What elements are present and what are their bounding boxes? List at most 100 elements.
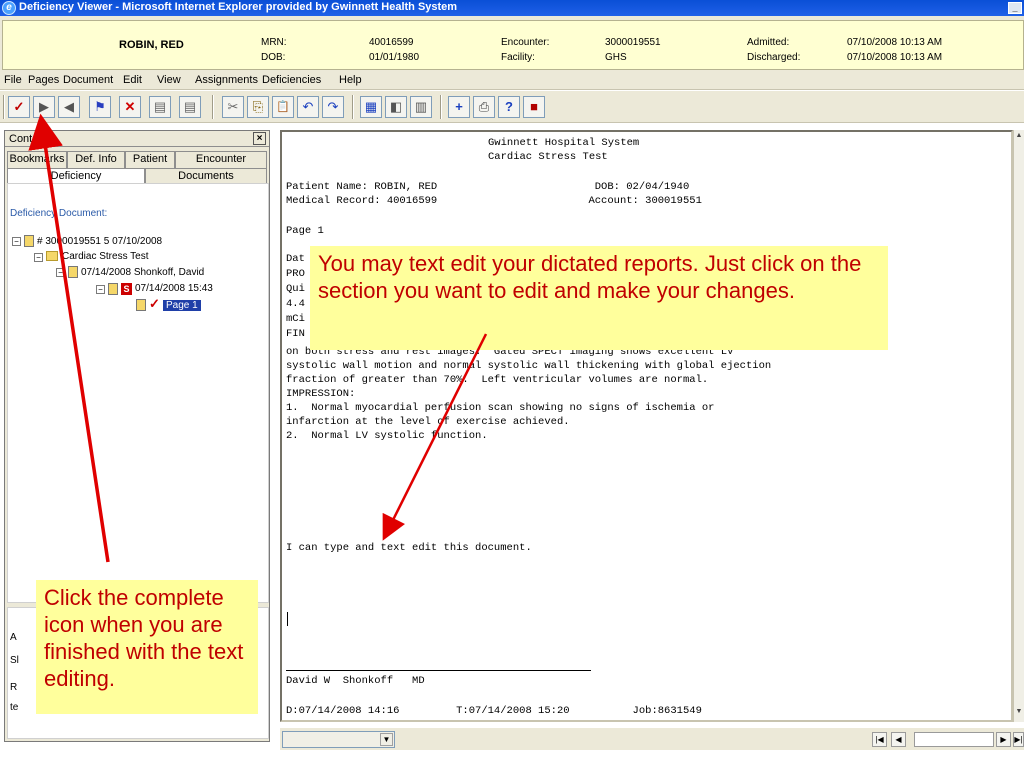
patient-line[interactable]: Patient Name: ROBIN, RED DOB: 02/04/1940 — [286, 181, 689, 194]
tree-page-1[interactable]: Page 1 — [163, 300, 201, 311]
page-line[interactable]: Page 1 — [286, 225, 324, 238]
complete-icon[interactable]: ✓ — [8, 96, 30, 118]
document-icon — [68, 266, 78, 278]
body-partial-line[interactable]: Qui — [286, 283, 305, 296]
body-partial-line[interactable]: PRO — [286, 268, 305, 281]
tree-collapse-toggle[interactable]: − — [34, 253, 43, 262]
typed-line[interactable]: I can type and text edit this document. — [286, 542, 532, 555]
tree-timestamp[interactable]: 07/14/2008 15:43 — [135, 283, 213, 294]
record-line[interactable]: Medical Record: 40016599 Account: 300019… — [286, 195, 702, 208]
detail-label: R — [10, 682, 18, 693]
view-panel-icon[interactable]: ▦ — [360, 96, 382, 118]
internet-explorer-icon: e — [2, 1, 16, 15]
help-icon[interactable]: ? — [498, 96, 520, 118]
add-icon[interactable]: + — [448, 96, 470, 118]
body-partial-line[interactable]: FIN — [286, 328, 305, 341]
toolbar-separator — [440, 95, 442, 119]
last-page-button[interactable]: ▶| — [1013, 732, 1024, 747]
document-header-line2[interactable]: Cardiac Stress Test — [488, 151, 608, 164]
signature-status-badge: S — [121, 283, 132, 295]
discharged-label: Discharged: — [747, 52, 801, 63]
impression-heading[interactable]: IMPRESSION: — [286, 388, 355, 401]
tree-encounter[interactable]: # 3000019551 5 07/10/2008 — [37, 236, 162, 247]
page-icon — [136, 299, 146, 311]
body-line[interactable]: 2. Normal LV systolic function. — [286, 430, 488, 443]
tree-collapse-toggle[interactable]: − — [96, 285, 105, 294]
admitted-label: Admitted: — [747, 37, 790, 48]
previous-page-button[interactable]: ◀ — [891, 732, 906, 747]
body-partial-line[interactable]: mCi — [286, 313, 305, 326]
dob-value: 01/01/1980 — [369, 52, 420, 63]
first-page-button[interactable]: |◀ — [872, 732, 887, 747]
page-icon[interactable]: ▤ — [179, 96, 201, 118]
document-footer[interactable]: D:07/14/2008 14:16 T:07/14/2008 15:20 Jo… — [286, 705, 702, 718]
tab-bookmarks[interactable]: Bookmarks — [7, 151, 67, 168]
exit-icon[interactable]: ■ — [523, 96, 545, 118]
paste-icon[interactable]: 📋 — [272, 96, 294, 118]
horizontal-scrollbar[interactable] — [914, 732, 994, 747]
chevron-down-icon[interactable]: ▼ — [380, 733, 393, 746]
close-icon[interactable]: × — [253, 132, 266, 145]
body-partial-line[interactable]: Dat — [286, 253, 305, 266]
menu-assignments[interactable]: Assignments — [195, 74, 258, 86]
content-panel-title: Content — [9, 133, 48, 145]
scroll-up-icon[interactable]: ▲ — [1014, 132, 1024, 142]
encounter-label: Encounter: — [501, 37, 550, 48]
view-split-icon[interactable]: ◧ — [385, 96, 407, 118]
document-editor[interactable]: Gwinnett Hospital System Cardiac Stress … — [280, 130, 1013, 722]
copy-icon[interactable]: ⎘ — [247, 96, 269, 118]
vertical-scrollbar[interactable]: ▲ ▼ — [1013, 130, 1024, 722]
detail-label: Sl — [10, 655, 19, 666]
tree-collapse-toggle[interactable]: − — [12, 237, 21, 246]
mrn-label: MRN: — [261, 37, 287, 48]
minimize-button[interactable]: _ — [1008, 2, 1022, 14]
redo-icon[interactable]: ↷ — [322, 96, 344, 118]
flag-icon[interactable]: ⚑ — [89, 96, 111, 118]
toolbar: ✓ ▶ ◀ ⚑ ✕ ▤ ▤ ✂ ⎘ 📋 ↶ ↷ ▦ ◧ ▥ + ⎙ ? ■ — [0, 91, 1024, 123]
folder-icon — [46, 251, 58, 261]
dob-label: DOB: — [261, 52, 286, 63]
document-header-line1[interactable]: Gwinnett Hospital System — [488, 137, 639, 150]
menu-pages[interactable]: Pages — [28, 74, 59, 86]
page-selector[interactable]: ▼ — [282, 731, 395, 748]
previous-deficiency-icon[interactable]: ◀ — [58, 96, 80, 118]
patient-header: ROBIN, RED MRN: 40016599 DOB: 01/01/1980… — [2, 20, 1024, 70]
signature[interactable]: David W Shonkoff MD — [286, 675, 425, 688]
menu-help[interactable]: Help — [339, 74, 362, 86]
patient-name: ROBIN, RED — [119, 39, 184, 51]
encounter-icon — [24, 235, 34, 247]
menu-edit[interactable]: Edit — [123, 74, 142, 86]
delete-icon[interactable]: ✕ — [119, 96, 141, 118]
menu-document[interactable]: Document — [63, 74, 113, 86]
undo-icon[interactable]: ↶ — [297, 96, 319, 118]
cut-icon[interactable]: ✂ — [222, 96, 244, 118]
view-columns-icon[interactable]: ▥ — [410, 96, 432, 118]
body-line[interactable]: 1. Normal myocardial perfusion scan show… — [286, 402, 714, 415]
tab-encounter[interactable]: Encounter — [175, 151, 267, 168]
menu-view[interactable]: View — [157, 74, 181, 86]
tab-patient[interactable]: Patient — [125, 151, 175, 168]
document-navigation-bar: ▼ |◀ ◀ ▶ ▶| — [280, 728, 1024, 750]
menu-file[interactable]: File — [4, 74, 22, 86]
scroll-down-icon[interactable]: ▼ — [1014, 708, 1024, 718]
next-deficiency-icon[interactable]: ▶ — [33, 96, 55, 118]
menu-deficiencies[interactable]: Deficiencies — [262, 74, 321, 86]
tree-signer[interactable]: 07/14/2008 Shonkoff, David — [81, 267, 204, 278]
document-icon[interactable]: ▤ — [149, 96, 171, 118]
edit-instruction-callout: You may text edit your dictated reports.… — [310, 246, 888, 350]
next-page-button[interactable]: ▶ — [996, 732, 1011, 747]
print-icon[interactable]: ⎙ — [473, 96, 495, 118]
body-line[interactable]: systolic wall motion and normal systolic… — [286, 360, 771, 373]
detail-label: te — [10, 702, 19, 713]
body-line[interactable]: fraction of greater than 70%. Left ventr… — [286, 374, 708, 387]
menu-bar: File Pages Document Edit View Assignment… — [0, 72, 1024, 90]
tab-def-info[interactable]: Def. Info — [67, 151, 125, 168]
discharged-value: 07/10/2008 10:13 AM — [847, 52, 943, 63]
facility-value: GHS — [605, 52, 627, 63]
body-partial-line[interactable]: 4.4 — [286, 298, 305, 311]
tree-document-type[interactable]: Cardiac Stress Test — [62, 251, 149, 262]
body-line[interactable]: infarction at the level of exercise achi… — [286, 416, 570, 429]
signature-line — [286, 670, 591, 671]
window-title: Deficiency Viewer - Microsoft Internet E… — [19, 1, 458, 13]
tree-collapse-toggle[interactable]: − — [56, 268, 65, 277]
